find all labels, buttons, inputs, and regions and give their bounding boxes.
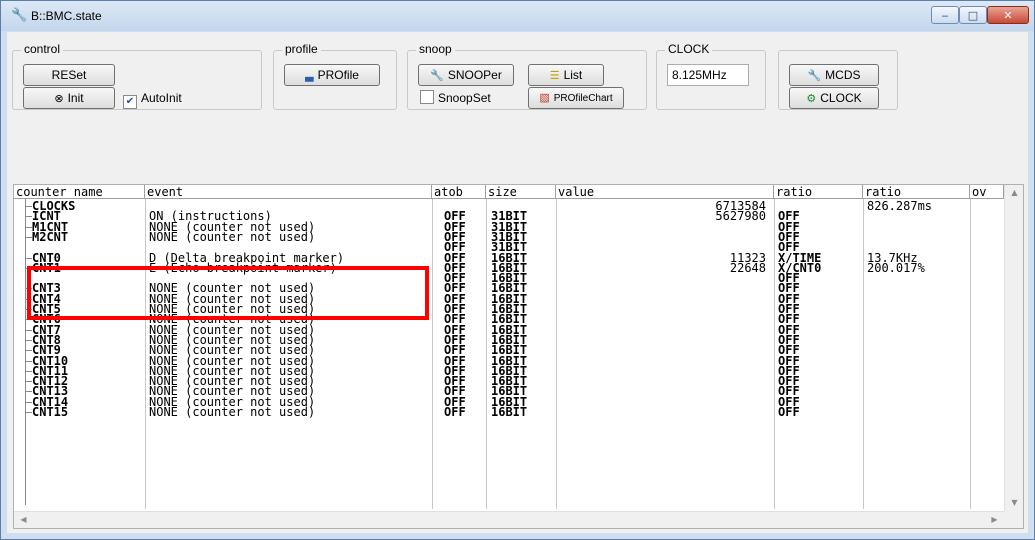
- clock-group-label: CLOCK: [665, 42, 713, 56]
- init-button[interactable]: ⊗ Init: [23, 87, 115, 109]
- color-chart-icon: ▧: [539, 92, 550, 104]
- snoopset-label: SnoopSet: [438, 91, 491, 105]
- maximize-button[interactable]: □: [959, 6, 987, 24]
- bar-chart-icon: ▃: [305, 70, 314, 82]
- header-value[interactable]: value: [556, 185, 774, 199]
- cell-event: NONE (counter not used): [149, 405, 316, 419]
- scroll-left-icon[interactable]: ◀: [14, 512, 33, 528]
- header-ratio[interactable]: ratio: [774, 185, 863, 199]
- snoopset-check-icon: [420, 90, 434, 104]
- cell-size: 16BIT: [491, 405, 528, 419]
- bmc-state-window: 🔧 B::BMC.state ‒ □ ✕ control RESet ⊗ Init…: [0, 0, 1035, 540]
- header-ov[interactable]: ov: [970, 185, 1004, 199]
- snoopset-checkbox[interactable]: SnoopSet: [420, 90, 491, 106]
- scroll-right-icon[interactable]: ▶: [985, 512, 1004, 528]
- mcds-button[interactable]: 🔧 MCDS: [789, 64, 879, 86]
- clock-group: CLOCK 8.125MHz: [656, 42, 766, 110]
- clock-button[interactable]: ⚙ CLOCK: [789, 87, 879, 109]
- snooper-button[interactable]: 🔧 SNOOPer: [418, 64, 514, 86]
- header-size[interactable]: size: [486, 185, 556, 199]
- profile-button-label: PROfile: [317, 68, 359, 82]
- cell-ratio1: OFF: [778, 405, 800, 419]
- profile-group: profile ▃ PROfile: [273, 42, 397, 110]
- close-button[interactable]: ✕: [987, 6, 1029, 24]
- snoop-group-label: snoop: [416, 42, 455, 56]
- profile-button[interactable]: ▃ PROfile: [284, 64, 380, 86]
- list-icon: ☰: [549, 70, 560, 82]
- counter-table: counter name event atob size value ratio…: [13, 184, 1024, 529]
- mcds-clock-group: 🔧 MCDS ⚙ CLOCK: [778, 50, 898, 110]
- profile-group-label: profile: [282, 42, 321, 56]
- control-group: control RESet ⊗ Init ✔ AutoInit: [12, 42, 262, 110]
- header-ratio-2[interactable]: ratio: [863, 185, 970, 199]
- header-atob[interactable]: atob: [432, 185, 486, 199]
- clock-gear-icon: ⚙: [806, 93, 817, 105]
- resize-grip[interactable]: [1004, 511, 1023, 528]
- table-row[interactable]: CNT15 NONE (counter not used) OFF 16BIT OFF: [14, 405, 1004, 419]
- header-counter-name[interactable]: counter name: [14, 185, 145, 199]
- cell-ratio2: [867, 407, 967, 418]
- wrench-icon: 🔧: [11, 8, 28, 23]
- autoinit-checkbox[interactable]: ✔ AutoInit: [123, 90, 182, 109]
- list-button[interactable]: ☰ List: [528, 64, 604, 86]
- stop-circle-icon: ⊗: [54, 93, 64, 105]
- horizontal-scrollbar[interactable]: ◀ ▶: [14, 511, 1004, 528]
- window-title: B::BMC.state: [31, 9, 102, 23]
- profilechart-button[interactable]: ▧ PROfileChart: [528, 87, 624, 109]
- profilechart-button-label: PROfileChart: [553, 93, 613, 104]
- clock-button-label: CLOCK: [820, 91, 862, 105]
- client-area: control RESet ⊗ Init ✔ AutoInit profile ▃ P…: [7, 32, 1028, 533]
- snoop-group: snoop 🔧 SNOOPer ☰ List SnoopSet ▧ PROfileCh…: [407, 42, 647, 110]
- cell-atob: OFF: [444, 405, 466, 419]
- reset-button[interactable]: RESet: [23, 64, 115, 86]
- control-group-label: control: [21, 42, 64, 56]
- title-bar[interactable]: 🔧 B::BMC.state ‒ □ ✕: [1, 1, 1034, 31]
- cell-value: [560, 407, 766, 418]
- mcds-button-label: MCDS: [825, 68, 861, 82]
- vertical-scrollbar[interactable]: ▲ ▼: [1004, 185, 1023, 511]
- wrench-icon: 🔧: [807, 70, 822, 82]
- wrench-icon: 🔧: [430, 70, 444, 82]
- snooper-button-label: SNOOPer: [447, 68, 502, 82]
- list-button-label: List: [563, 68, 583, 82]
- autoinit-check-icon: ✔: [123, 95, 137, 109]
- highlight-box: [27, 266, 429, 320]
- init-button-label: Init: [67, 91, 84, 105]
- autoinit-label: AutoInit: [141, 91, 182, 105]
- scroll-up-icon[interactable]: ▲: [1005, 185, 1023, 201]
- cell-name: CNT15: [32, 405, 69, 419]
- header-event[interactable]: event: [145, 185, 432, 199]
- clock-frequency-field: 8.125MHz: [667, 64, 749, 86]
- table-header: counter name event atob size value ratio…: [14, 185, 1004, 199]
- minimize-button[interactable]: ‒: [931, 6, 959, 24]
- reset-button-label: RESet: [51, 68, 87, 82]
- scroll-down-icon[interactable]: ▼: [1005, 495, 1023, 511]
